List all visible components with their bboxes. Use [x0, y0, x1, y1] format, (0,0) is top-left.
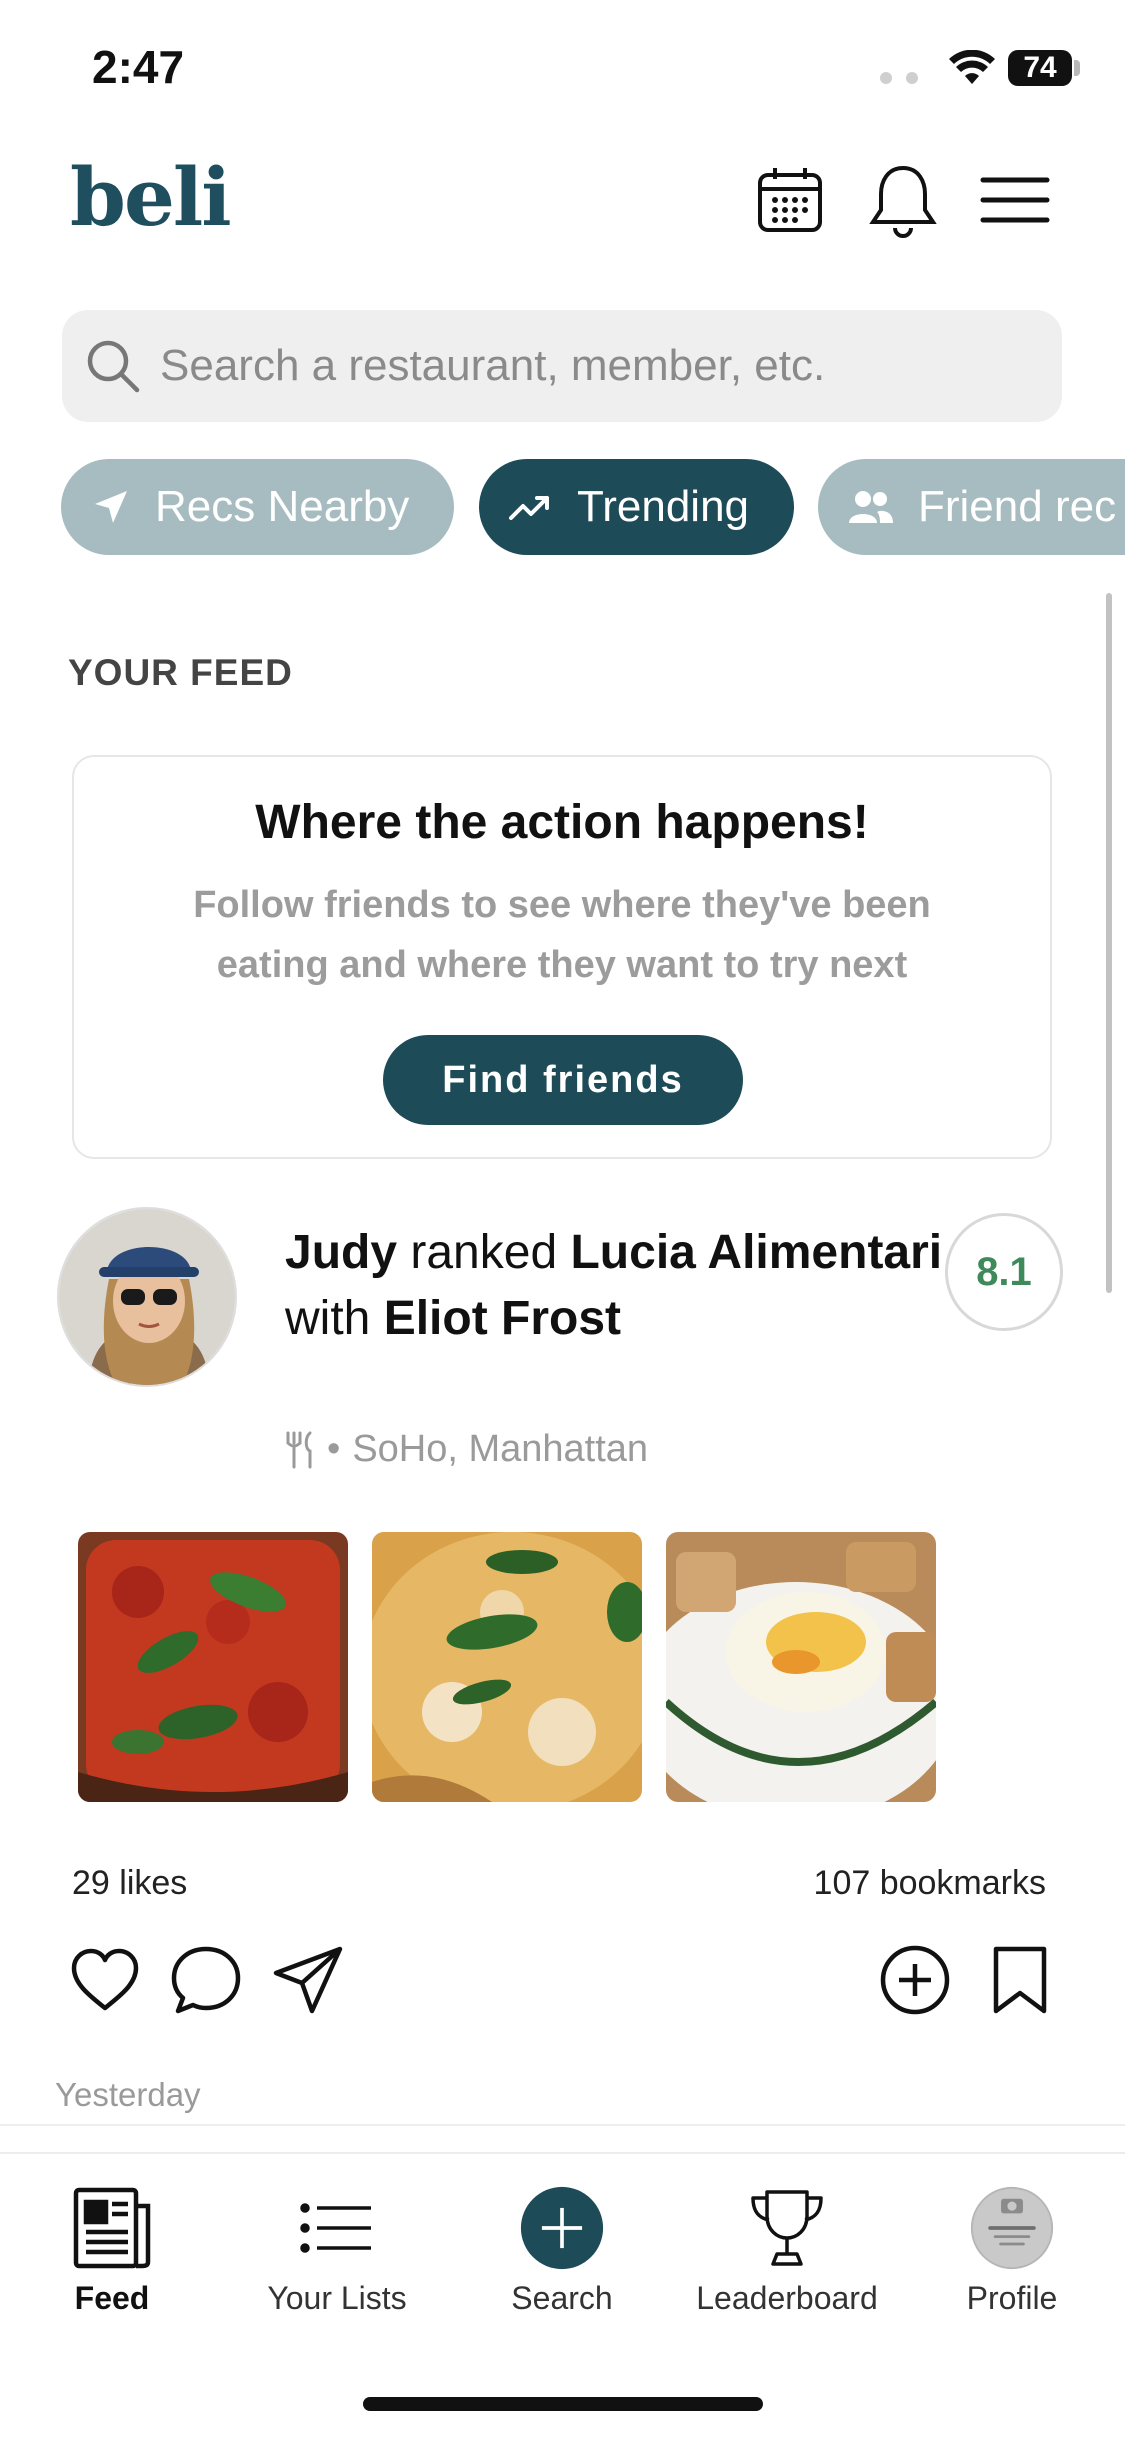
tab-feed[interactable]: Feed	[12, 2186, 212, 2317]
chip-label: Recs Nearby	[155, 482, 410, 531]
chip-friend-recs[interactable]: Friend rec	[818, 459, 1125, 555]
people-icon	[849, 491, 893, 523]
post-user[interactable]: Judy	[285, 1226, 397, 1279]
post-timestamp: Yesterday	[55, 2076, 201, 2113]
food-photo-3[interactable]	[666, 1532, 936, 1802]
filter-chips: Recs Nearby Trending Friend rec	[0, 459, 1125, 555]
likes-count[interactable]: 29 likes	[72, 1864, 187, 1903]
heart-icon[interactable]	[65, 1940, 145, 2020]
app-logo: beli	[70, 150, 232, 244]
chip-trending[interactable]: Trending	[479, 459, 794, 555]
search-input[interactable]	[158, 340, 1022, 392]
wifi-icon	[948, 49, 996, 91]
post-meta: • SoHo, Manhattan	[285, 1428, 648, 1471]
comment-icon[interactable]	[166, 1940, 246, 2020]
status-time: 2:47	[92, 41, 185, 93]
post-companion[interactable]: Eliot Frost	[384, 1292, 621, 1345]
food-photo-1[interactable]	[78, 1532, 348, 1802]
menu-icon[interactable]	[975, 160, 1055, 240]
food-photo-2[interactable]	[372, 1532, 642, 1802]
newspaper-icon	[73, 2187, 151, 2269]
section-title: YOUR FEED	[68, 652, 293, 693]
post-restaurant[interactable]: Lucia Alimentari	[570, 1226, 942, 1279]
home-indicator[interactable]	[363, 2397, 763, 2411]
tab-label: Your Lists	[267, 2280, 407, 2316]
search-bar[interactable]	[62, 310, 1062, 422]
post-action: ranked	[410, 1226, 558, 1279]
utensils-icon	[286, 1431, 312, 1468]
tab-search[interactable]: Search	[462, 2186, 662, 2317]
chip-label: Friend rec	[918, 482, 1117, 531]
tab-profile[interactable]: Profile	[912, 2186, 1112, 2317]
cellular-signal-icon	[880, 72, 918, 84]
chip-recs-nearby[interactable]: Recs Nearby	[61, 459, 454, 555]
tab-leaderboard[interactable]: Leaderboard	[687, 2186, 887, 2317]
trophy-icon	[751, 2190, 823, 2266]
profile-photo-icon	[970, 2186, 1054, 2270]
tab-label: Feed	[74, 2280, 150, 2316]
divider	[0, 2124, 1125, 2126]
add-to-list-icon[interactable]	[875, 1940, 955, 2020]
chip-label: Trending	[577, 482, 750, 531]
post-text: Judy ranked Lucia Alimentari with Eliot …	[285, 1220, 945, 1352]
battery-indicator: 74	[1008, 50, 1072, 86]
avatar[interactable]	[57, 1207, 237, 1387]
search-icon	[87, 340, 140, 393]
tab-label: Leaderboard	[696, 2280, 878, 2316]
plus-circle-icon	[520, 2186, 604, 2270]
tab-your-lists[interactable]: Your Lists	[237, 2186, 437, 2317]
share-icon[interactable]	[268, 1940, 348, 2020]
location-arrow-icon	[95, 491, 127, 523]
trending-icon	[509, 496, 549, 520]
calendar-icon[interactable]	[750, 160, 830, 240]
tab-label: Search	[511, 2280, 613, 2316]
empty-card-title: Where the action happens!	[255, 796, 869, 849]
post-location: SoHo, Manhattan	[352, 1428, 649, 1470]
post-with: with	[285, 1292, 371, 1345]
score-badge[interactable]: 8.1	[945, 1213, 1063, 1331]
list-icon	[300, 2203, 371, 2253]
bookmark-icon[interactable]	[980, 1940, 1060, 2020]
battery-cap	[1074, 60, 1080, 76]
bookmarks-count[interactable]: 107 bookmarks	[814, 1864, 1046, 1903]
scrollbar[interactable]	[1106, 593, 1112, 1293]
bell-icon[interactable]	[863, 160, 943, 240]
empty-card-subtitle: Follow friends to see where they've been…	[193, 884, 931, 986]
find-friends-button[interactable]: Find friends	[383, 1035, 743, 1125]
meta-separator: •	[327, 1428, 341, 1470]
tab-label: Profile	[966, 2280, 1058, 2316]
